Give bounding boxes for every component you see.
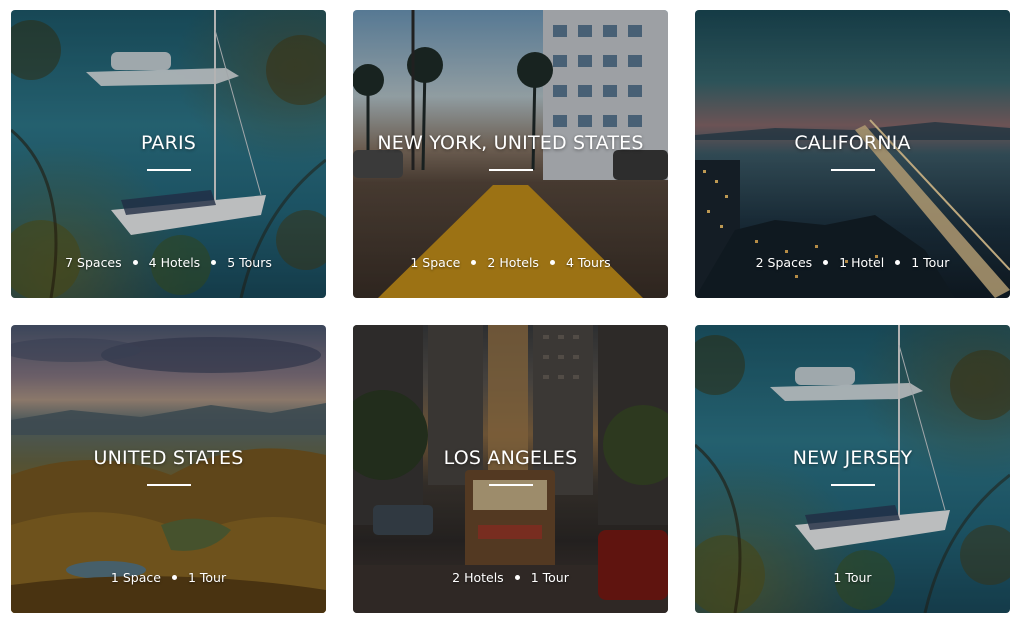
title-underline xyxy=(488,484,533,486)
bullet-separator xyxy=(823,260,829,265)
spaces-count: 1 Space xyxy=(410,255,461,270)
destination-grid: PARIS 7 Spaces 4 Hotels 5 Tours NEW YORK… xyxy=(0,0,1024,627)
spaces-count: 7 Spaces xyxy=(65,255,122,270)
title-underline xyxy=(830,169,875,171)
destination-stats: 1 Tour xyxy=(695,570,1010,585)
hotels-count: 2 Hotels xyxy=(452,570,504,585)
bullet-separator xyxy=(514,575,520,580)
title-underline xyxy=(146,169,191,171)
destination-card-los-angeles[interactable]: LOS ANGELES 2 Hotels 1 Tour xyxy=(353,325,668,613)
tours-count: 1 Tour xyxy=(530,570,569,585)
bullet-separator xyxy=(211,260,217,265)
hotels-count: 1 Hotel xyxy=(839,255,885,270)
destination-card-california[interactable]: CALIFORNIA 2 Spaces 1 Hotel 1 Tour xyxy=(695,10,1010,298)
tours-count: 4 Tours xyxy=(565,255,611,270)
destination-stats: 2 Spaces 1 Hotel 1 Tour xyxy=(695,255,1010,270)
destination-title[interactable]: PARIS xyxy=(11,132,326,154)
destination-card-paris[interactable]: PARIS 7 Spaces 4 Hotels 5 Tours xyxy=(11,10,326,298)
tours-count: 1 Tour xyxy=(833,570,872,585)
destination-card-new-york[interactable]: NEW YORK, UNITED STATES 1 Space 2 Hotels 4… xyxy=(353,10,668,298)
title-underline xyxy=(146,484,191,486)
spaces-count: 2 Spaces xyxy=(755,255,813,270)
bullet-separator xyxy=(471,260,477,265)
destination-title[interactable]: NEW JERSEY xyxy=(695,447,1010,469)
tours-count: 1 Tour xyxy=(911,255,950,270)
bullet-separator xyxy=(132,260,138,265)
spaces-count: 1 Space xyxy=(110,570,161,585)
hotels-count: 4 Hotels xyxy=(148,255,201,270)
bullet-separator xyxy=(549,260,555,265)
hotels-count: 2 Hotels xyxy=(487,255,539,270)
destination-card-united-states[interactable]: UNITED STATES 1 Space 1 Tour xyxy=(11,325,326,613)
destination-stats: 1 Space 2 Hotels 4 Tours xyxy=(353,255,668,270)
title-underline xyxy=(830,484,875,486)
bullet-separator xyxy=(895,260,901,265)
bullet-separator xyxy=(171,575,177,580)
destination-title[interactable]: UNITED STATES xyxy=(11,447,326,469)
tours-count: 1 Tour xyxy=(187,570,227,585)
title-underline xyxy=(488,169,533,171)
destination-stats: 1 Space 1 Tour xyxy=(11,570,326,585)
destination-card-new-jersey[interactable]: NEW JERSEY 1 Tour xyxy=(695,325,1010,613)
destination-title[interactable]: CALIFORNIA xyxy=(695,132,1010,154)
destination-title[interactable]: LOS ANGELES xyxy=(353,447,668,469)
destination-stats: 7 Spaces 4 Hotels 5 Tours xyxy=(11,255,326,270)
destination-stats: 2 Hotels 1 Tour xyxy=(353,570,668,585)
tours-count: 5 Tours xyxy=(227,255,272,270)
destination-title[interactable]: NEW YORK, UNITED STATES xyxy=(353,132,668,154)
